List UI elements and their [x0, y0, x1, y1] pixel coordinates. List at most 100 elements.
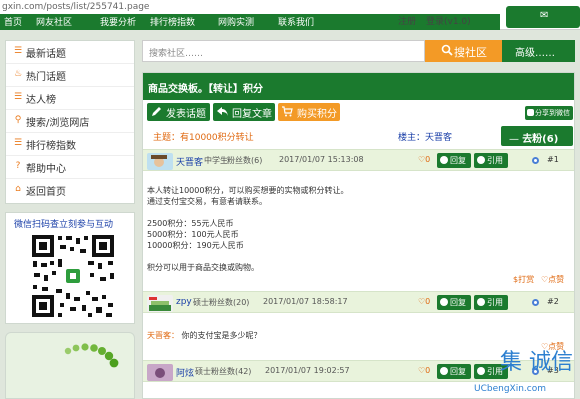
reply-icon — [217, 107, 228, 116]
quote-icon — [477, 156, 485, 164]
top-green-button-icon: ✉ — [540, 10, 549, 21]
post-user-level: 中学生 — [204, 156, 228, 165]
register-link[interactable]: 注册 — [398, 14, 416, 27]
search-placeholder: 搜索社区…… — [149, 49, 204, 59]
nav-item-home[interactable]: 首页 — [4, 15, 22, 28]
sidebar-item-hot[interactable]: ♨ 热门话题 — [6, 64, 134, 87]
nav-item-ranking[interactable]: 排行榜指数 — [150, 15, 195, 28]
post-username[interactable]: 天晋客 — [176, 155, 203, 168]
avatar[interactable] — [147, 364, 173, 381]
board-title: 商品交换板。【转让】积分 — [148, 84, 263, 95]
post-likes[interactable]: ♡0 — [418, 366, 430, 375]
login-link[interactable]: 登录(v1.0) — [426, 14, 471, 27]
avatar[interactable] — [147, 153, 173, 170]
nav-item-contact[interactable]: 联系我们 — [278, 15, 314, 28]
sidebar-item-label: 帮助中心 — [26, 164, 66, 175]
help-icon: ? — [15, 161, 21, 171]
post-reply-button[interactable]: 回复 — [437, 364, 471, 379]
post-time: 2017/01/07 15:13:08 — [279, 155, 364, 164]
post-reply-button[interactable]: 回复 — [437, 295, 471, 310]
new-topic-button[interactable]: 发表话题 — [147, 103, 210, 121]
nav-item-analysis[interactable]: 我要分析 — [100, 15, 136, 28]
address-url[interactable]: gxin.com/posts/list/255741.page — [2, 2, 149, 12]
fans-button-label: — 去粉(6) — [509, 134, 559, 145]
sidebar-item-latest[interactable]: ☰ 最新话题 — [6, 41, 134, 64]
sidebar-menu: ☰ 最新话题 ♨ 热门话题 ☰ 达人榜 ⚲ 搜索/浏览网店 ☰ 排行榜指数 ? … — [5, 40, 135, 204]
decoration-panel — [5, 332, 135, 399]
reply-icon — [440, 298, 448, 306]
post-user-fans: 粉丝数(6) — [227, 156, 263, 165]
fans-button[interactable]: — 去粉(6) — [501, 126, 573, 146]
sidebar-item-label: 排行榜指数 — [26, 141, 76, 152]
praise-label: 点赞 — [548, 275, 565, 284]
nav-item-shopping[interactable]: 网购实测 — [218, 15, 254, 28]
post-line: 通过支付宝交易，有意者请联系。 — [147, 197, 267, 206]
sidebar-item-search-shops[interactable]: ⚲ 搜索/浏览网店 — [6, 110, 134, 133]
post-reply-label: 回复 — [450, 298, 466, 307]
status-dot — [532, 157, 539, 164]
share-wechat-button[interactable]: 分享到微信 — [525, 106, 573, 120]
post-line: 2500积分：55元人民币 — [147, 219, 234, 228]
post-quote-button[interactable]: 引用 — [474, 153, 508, 168]
post-likes[interactable]: ♡0 — [418, 297, 430, 306]
post-line: 积分可以用于商品交换或购物。 — [147, 263, 259, 272]
sidebar-item-label: 返回首页 — [26, 187, 66, 198]
post-username[interactable]: zpy — [176, 297, 192, 307]
advanced-search-button[interactable]: 高级…… — [502, 40, 575, 62]
qr-title: 微信扫码查立刻参与互动 — [14, 220, 114, 230]
search-input[interactable]: 搜索社区…… — [142, 40, 425, 62]
post-line: 10000积分：190元人民币 — [147, 241, 244, 250]
post-user-level: 硕士 — [195, 367, 211, 376]
watermark: 集 诚信 UCbengXin.com — [468, 340, 580, 399]
sidebar-item-home[interactable]: ⌂ 返回首页 — [6, 179, 134, 202]
advanced-search-label: 高级…… — [515, 48, 555, 59]
list-icon: ☰ — [13, 92, 23, 102]
watermark-logo-text: 集 诚信 — [500, 350, 573, 375]
reply-icon — [440, 156, 448, 164]
reply-article-button[interactable]: 回复文章 — [213, 103, 275, 121]
tip-label: 打赏 — [518, 275, 535, 284]
praise-button[interactable]: ♡点赞 — [541, 274, 564, 285]
cart-icon — [282, 106, 293, 117]
nav-item-community[interactable]: 网友社区 — [36, 15, 72, 28]
post-likes[interactable]: ♡0 — [418, 155, 430, 164]
post-reply-button[interactable]: 回复 — [437, 153, 471, 168]
avatar[interactable] — [147, 295, 173, 312]
list-icon: ☰ — [13, 138, 23, 148]
post-quote-label: 引用 — [487, 156, 503, 165]
home-icon: ⌂ — [15, 184, 21, 194]
post-user-fans: 粉丝数(20) — [209, 298, 250, 307]
post-header: 天晋客 中学生 粉丝数(6) 2017/01/07 15:13:08 ♡0 回复… — [143, 149, 574, 171]
post-user-level: 硕士 — [193, 298, 209, 307]
topic-title: 主题：有10000积分转让 — [153, 133, 254, 143]
sidebar-item-help[interactable]: ? 帮助中心 — [6, 156, 134, 179]
edit-icon — [152, 107, 161, 116]
new-topic-label: 发表话题 — [166, 109, 206, 120]
quoted-text: 你的支付宝是多少呢？ — [181, 331, 262, 340]
sidebar-item-label: 最新话题 — [26, 49, 66, 60]
top-bar: gxin.com/posts/list/255741.page 首页 网友社区 … — [0, 0, 580, 30]
quoted-user[interactable]: 天晋客： — [147, 331, 179, 340]
watermark-url: UCbengXin.com — [474, 384, 546, 394]
status-dot — [532, 299, 539, 306]
list-icon: ☰ — [13, 46, 23, 56]
sidebar-item-ranking[interactable]: ☰ 排行榜指数 — [6, 133, 134, 156]
buy-points-label: 购买积分 — [297, 109, 337, 120]
post-quote-button[interactable]: 引用 — [474, 295, 508, 310]
post-username[interactable]: 阿炫 — [176, 366, 194, 379]
post-reply-label: 回复 — [450, 367, 466, 376]
buy-points-button[interactable]: 购买积分 — [278, 103, 340, 121]
quote-icon — [477, 298, 485, 306]
search-button[interactable]: 搜社区 — [425, 40, 502, 62]
sidebar-item-experts[interactable]: ☰ 达人榜 — [6, 87, 134, 110]
top-nav: 首页 网友社区 我要分析 排行榜指数 网购实测 联系我们 — [0, 14, 500, 30]
top-green-button[interactable]: ✉ — [506, 6, 580, 28]
tip-button[interactable]: $打赏 — [513, 274, 534, 285]
post-floor: #2 — [547, 297, 559, 306]
post-line — [147, 207, 348, 218]
post-quote-line: 天晋客： 你的支付宝是多少呢？ — [147, 330, 262, 341]
fire-icon: ♨ — [13, 69, 23, 79]
search-button-label: 搜社区 — [454, 46, 487, 59]
thread-owner[interactable]: 楼主：天晋客 — [398, 130, 452, 143]
sidebar-item-label: 热门话题 — [26, 72, 66, 83]
